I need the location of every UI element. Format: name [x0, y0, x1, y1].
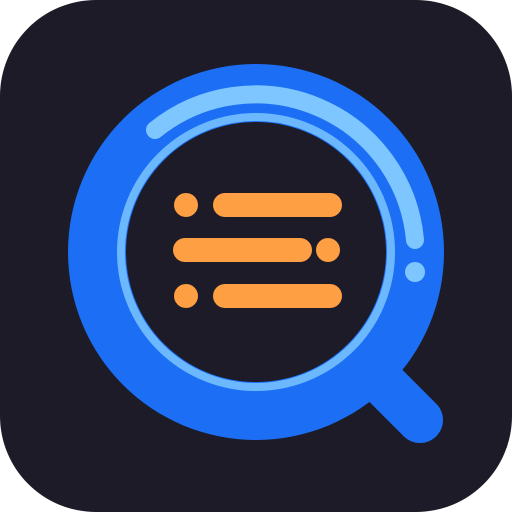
list-bullet-1	[174, 193, 198, 217]
magnifier-highlight-dot	[405, 262, 425, 282]
magnifier-with-list-icon	[0, 0, 512, 512]
app-icon[interactable]	[0, 0, 512, 512]
list-bullet-2	[316, 238, 340, 262]
list-bullet-3	[174, 284, 198, 308]
